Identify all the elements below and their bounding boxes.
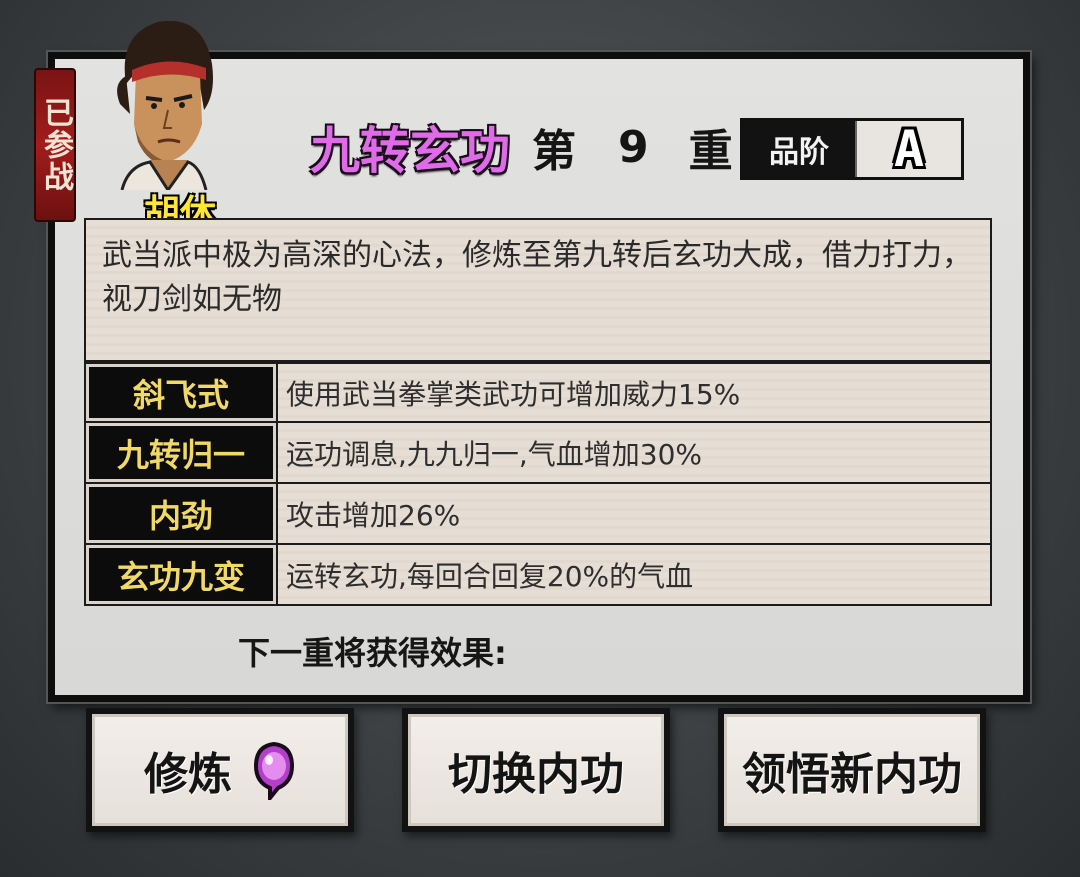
effect-desc: 攻击增加26%	[286, 498, 461, 532]
train-button[interactable]: 修炼	[86, 708, 354, 832]
effect-row: 九转归一 运功调息,九九归一,气血增加30%	[84, 423, 992, 484]
effect-name: 斜飞式	[89, 367, 273, 418]
effects-table: 斜飞式 使用武当拳掌类武功可增加威力15% 九转归一 运功调息,九九归一,气血增…	[84, 362, 992, 606]
effect-name: 内劲	[89, 487, 273, 540]
skill-title: 九转玄功	[310, 122, 510, 180]
level-prefix: 第	[532, 126, 576, 177]
grade-value: A	[893, 120, 925, 178]
character-portrait	[108, 14, 220, 191]
next-level-label: 下一重将获得效果:	[238, 634, 507, 672]
level-suffix: 重	[688, 126, 733, 177]
switch-skill-button[interactable]: 切换内功	[402, 708, 670, 832]
learn-new-skill-label: 领悟新内功	[742, 749, 962, 800]
skill-level: 9	[618, 121, 649, 173]
effect-name: 九转归一	[89, 426, 273, 479]
learn-new-skill-button[interactable]: 领悟新内功	[718, 708, 986, 832]
effect-name: 玄功九变	[89, 548, 273, 601]
grade-label: 品阶	[743, 121, 857, 177]
effect-row: 玄功九变 运转玄功,每回合回复20%的气血	[84, 545, 992, 606]
switch-skill-label: 切换内功	[448, 749, 624, 800]
skill-header: 九转玄功 第 9 重	[310, 112, 733, 182]
effect-desc: 运转玄功,每回合回复20%的气血	[286, 559, 694, 593]
effect-row: 斜飞式 使用武当拳掌类武功可增加威力15%	[84, 362, 992, 423]
purple-gem-icon	[253, 741, 295, 800]
train-button-label: 修炼	[144, 749, 232, 800]
in-battle-badge: 已参战	[34, 68, 76, 222]
effect-row: 内劲 攻击增加26%	[84, 484, 992, 545]
skill-description: 武当派中极为高深的心法，修炼至第九转后玄功大成，借力打力，视刀剑如无物	[84, 218, 992, 362]
grade-box: 品阶 A	[740, 118, 964, 180]
effect-desc: 使用武当拳掌类武功可增加威力15%	[286, 377, 741, 411]
effect-desc: 运功调息,九九归一,气血增加30%	[286, 437, 703, 471]
